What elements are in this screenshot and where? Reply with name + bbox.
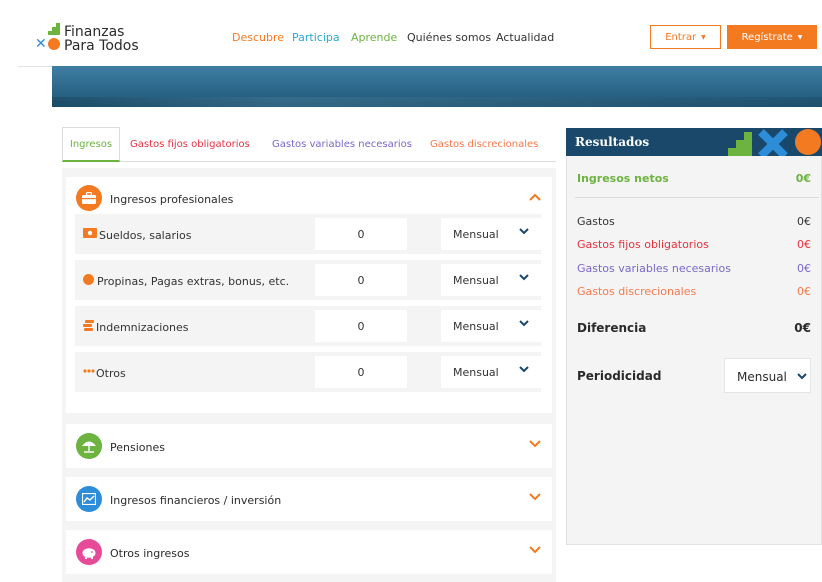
result-value: 0€: [797, 262, 811, 275]
period-select[interactable]: Mensual: [441, 310, 541, 342]
dot-logo-icon: [48, 38, 60, 50]
caret-down-icon: ▼: [701, 33, 706, 41]
income-row-otros: Otros 0 Mensual: [75, 352, 541, 392]
result-value: 0€: [795, 172, 811, 185]
amount-input[interactable]: 0: [315, 264, 407, 296]
chevron-down-icon: [519, 320, 529, 327]
result-label: Gastos discrecionales: [577, 285, 697, 298]
briefcase-icon: [76, 185, 102, 211]
section-ingresos-financieros[interactable]: Ingresos financieros / inversión: [66, 477, 552, 521]
coin-icon: [83, 274, 94, 285]
piggy-bank-icon: [76, 539, 102, 565]
section-title: Otros ingresos: [110, 547, 190, 560]
x-logo-icon: ✕: [35, 36, 47, 52]
section-title: Ingresos profesionales: [110, 193, 234, 206]
chevron-down-icon: [519, 366, 529, 373]
income-row-sueldos: Sueldos, salarios 0 Mensual: [75, 214, 541, 254]
brand-decoration-icon: [728, 129, 821, 156]
result-value: 0€: [797, 215, 811, 228]
result-gastos-variables: Gastos variables necesarios 0€: [577, 262, 811, 275]
period-select[interactable]: Mensual: [441, 356, 541, 388]
result-value: 0€: [794, 321, 811, 335]
tab-gastos-discrecionales[interactable]: Gastos discrecionales: [430, 127, 538, 162]
section-pensiones[interactable]: Pensiones: [66, 424, 552, 468]
amount-input[interactable]: 0: [315, 310, 407, 342]
umbrella-icon: [76, 433, 102, 459]
result-label: Gastos fijos obligatorios: [577, 238, 709, 251]
nav-participa[interactable]: Participa: [292, 31, 340, 44]
result-label: Gastos: [577, 215, 615, 228]
chevron-down-icon: [529, 493, 541, 501]
results-title: Resultados: [575, 135, 650, 149]
caret-down-icon: ▼: [797, 33, 803, 41]
income-row-indemnizaciones: Indemnizaciones 0 Mensual: [75, 306, 541, 346]
chevron-up-icon[interactable]: [529, 192, 541, 202]
results-divider: [575, 197, 819, 198]
period-value: Mensual: [453, 228, 499, 241]
result-ingresos-netos: Ingresos netos 0€: [577, 172, 811, 185]
period-value: Mensual: [453, 274, 499, 287]
periodicidad-select[interactable]: Mensual: [724, 358, 811, 393]
period-value: Mensual: [453, 320, 499, 333]
site-logo[interactable]: ✕ Finanzas Para Todos: [34, 22, 144, 54]
result-label: Ingresos netos: [577, 172, 669, 185]
nav-aprende[interactable]: Aprende: [351, 31, 397, 44]
section-title: Pensiones: [110, 441, 165, 454]
period-select[interactable]: Mensual: [441, 264, 541, 296]
site-header: ✕ Finanzas Para Todos Descubre Participa…: [0, 0, 822, 66]
category-tabs: Ingresos Gastos fijos obligatorios Gasto…: [62, 127, 556, 162]
entrar-button[interactable]: Entrar ▼: [650, 25, 721, 49]
row-label: Sueldos, salarios: [99, 229, 192, 242]
chart-icon: [76, 486, 102, 512]
result-value: 0€: [797, 285, 811, 298]
tab-ingresos[interactable]: Ingresos: [62, 127, 120, 162]
chevron-down-icon: [529, 440, 541, 448]
chevron-down-icon: [797, 373, 807, 380]
nav-quienes-somos[interactable]: Quiénes somos: [407, 31, 491, 44]
row-label: Propinas, Pagas extras, bonus, etc.: [97, 275, 290, 288]
logo-text-line2: Para Todos: [64, 38, 139, 54]
row-label: Indemnizaciones: [96, 321, 189, 334]
period-value: Mensual: [453, 366, 499, 379]
amount-input[interactable]: 0: [315, 218, 407, 250]
coins-stack-icon: [83, 320, 94, 331]
periodicidad-label: Periodicidad: [577, 369, 662, 383]
money-icon: [83, 228, 97, 238]
section-otros-ingresos[interactable]: Otros ingresos: [66, 530, 552, 574]
income-row-propinas: Propinas, Pagas extras, bonus, etc. 0 Me…: [75, 260, 541, 300]
result-gastos-fijos: Gastos fijos obligatorios 0€: [577, 238, 811, 251]
results-panel: [566, 128, 822, 545]
period-select[interactable]: Mensual: [441, 218, 541, 250]
nav-descubre[interactable]: Descubre: [232, 31, 284, 44]
chevron-down-icon: [529, 546, 541, 554]
registrate-label: Regístrate: [741, 31, 793, 43]
logo-text-line1: Finanzas: [64, 24, 125, 40]
result-value: 0€: [797, 238, 811, 251]
entrar-label: Entrar: [665, 31, 697, 43]
hero-banner-image: [52, 66, 822, 107]
section-title: Ingresos financieros / inversión: [110, 494, 282, 507]
chevron-down-icon: [519, 228, 529, 235]
result-label: Gastos variables necesarios: [577, 262, 731, 275]
amount-input[interactable]: 0: [315, 356, 407, 388]
row-label: Otros: [96, 367, 126, 380]
result-gastos: Gastos 0€: [577, 215, 811, 228]
chevron-down-icon: [519, 274, 529, 281]
tab-gastos-variables[interactable]: Gastos variables necesarios: [272, 127, 412, 162]
result-label: Diferencia: [577, 321, 647, 335]
stairs-logo-icon: [48, 23, 60, 35]
result-diferencia: Diferencia 0€: [577, 321, 811, 335]
registrate-button[interactable]: Regístrate ▼: [727, 25, 817, 49]
tab-gastos-fijos[interactable]: Gastos fijos obligatorios: [130, 127, 250, 162]
dots-icon: [83, 369, 95, 373]
result-gastos-discrecionales: Gastos discrecionales 0€: [577, 285, 811, 298]
nav-actualidad[interactable]: Actualidad: [496, 31, 554, 44]
periodicidad-value: Mensual: [737, 370, 787, 384]
